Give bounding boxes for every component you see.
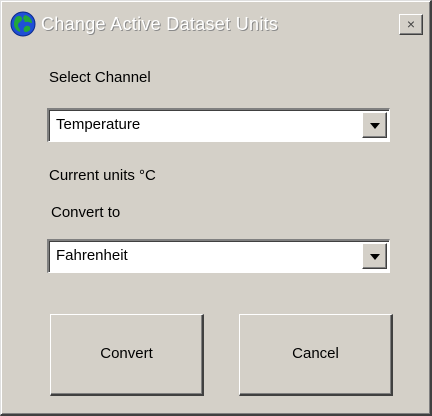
change-units-dialog: Change Active Dataset Units × Select Cha… <box>0 0 432 416</box>
current-units-text: Current units °C <box>49 167 156 184</box>
channel-dropdown-button[interactable] <box>362 112 387 138</box>
convert-to-label: Convert to <box>51 204 121 221</box>
select-channel-label: Select Channel <box>49 69 151 86</box>
convert-button[interactable]: Convert <box>50 314 204 396</box>
close-icon: × <box>406 16 416 32</box>
cancel-button[interactable]: Cancel <box>239 314 393 396</box>
channel-select-value: Temperature <box>56 116 141 133</box>
close-button[interactable]: × <box>399 14 423 35</box>
convert-to-dropdown-button[interactable] <box>362 243 387 269</box>
window-title: Change Active Dataset Units <box>41 14 279 34</box>
chevron-down-icon <box>370 254 380 260</box>
convert-to-select-value: Fahrenheit <box>56 247 128 264</box>
title-bar[interactable]: Change Active Dataset Units × <box>4 4 428 42</box>
channel-select[interactable]: Temperature <box>47 108 390 142</box>
chevron-down-icon <box>370 123 380 129</box>
globe-icon <box>10 11 36 37</box>
convert-to-select[interactable]: Fahrenheit <box>47 239 390 273</box>
